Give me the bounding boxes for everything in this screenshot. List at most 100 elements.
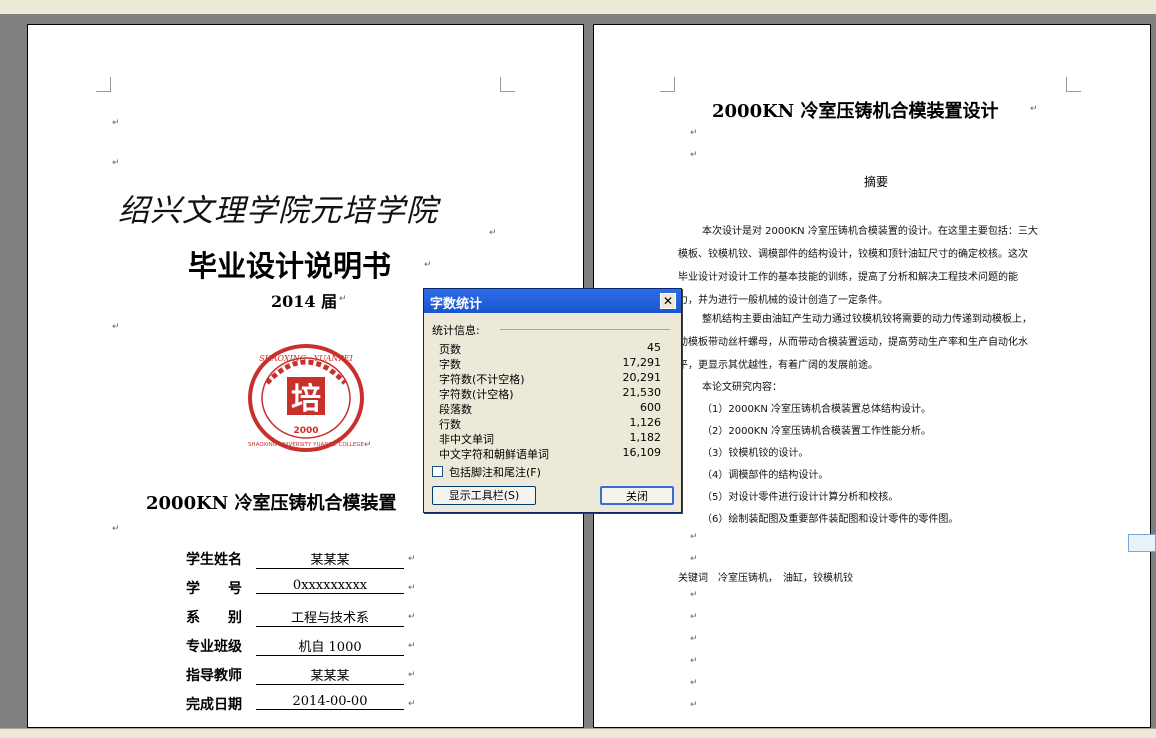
graduation-year: 2014 届 bbox=[271, 292, 338, 311]
stat-row-chinese-korean: 中文字符和朝鲜语单词 16,109 bbox=[439, 446, 661, 461]
keywords-line: 关键词 冷室压铸机， 油缸，铰模机铰 bbox=[678, 573, 853, 584]
stat-label: 非中文单词 bbox=[439, 433, 494, 446]
top-toolbar-edge bbox=[0, 0, 1156, 14]
word-count-dialog[interactable]: 字数统计 ✕ 统计信息: 页数 45 字数 17,291 字符数(不计空格) 2… bbox=[423, 288, 682, 513]
abstract-line: （4）调模部件的结构设计。 bbox=[702, 470, 829, 481]
close-icon[interactable]: ✕ bbox=[660, 293, 676, 309]
abstract-line: （2）2000KN 冷室压铸机合模装置工作性能分析。 bbox=[702, 426, 932, 437]
info-value: 0xxxxxxxxx bbox=[256, 578, 404, 594]
abstract-line: 动模板带动丝杆螺母，从而带动合模装置运动，提高劳动生产率和生产自动化水 bbox=[678, 337, 1028, 348]
paragraph-mark: ↵ bbox=[112, 118, 120, 128]
info-row-student-name: 学生姓名 某某某 ↵ bbox=[186, 549, 446, 569]
paragraph-mark: ↵ bbox=[1030, 104, 1038, 114]
info-value: 工程与技术系 bbox=[256, 607, 404, 627]
stat-row-non-chinese-words: 非中文单词 1,182 bbox=[439, 431, 661, 446]
stat-row-lines: 行数 1,126 bbox=[439, 416, 661, 431]
stat-row-pages: 页数 45 bbox=[439, 341, 661, 356]
close-button[interactable]: 关闭 bbox=[600, 486, 674, 505]
info-label: 指导教师 bbox=[186, 668, 242, 684]
group-divider bbox=[500, 329, 670, 330]
abstract-line: 本次设计是对 2000KN 冷室压铸机合模装置的设计。在这里主要包括：三大 bbox=[702, 226, 1038, 237]
abstract-line: （5）对设计零件进行设计计算分析和校核。 bbox=[702, 492, 899, 503]
crop-mark bbox=[500, 77, 515, 92]
paragraph-mark: ↵ bbox=[690, 150, 698, 160]
checkbox-label[interactable]: 包括脚注和尾注(F) bbox=[449, 464, 541, 480]
stat-label: 字数 bbox=[439, 358, 461, 371]
info-label: 学生姓名 bbox=[186, 552, 242, 568]
stat-value: 16,109 bbox=[622, 446, 662, 459]
info-row-completion-date: 完成日期 2014-00-00 ↵ bbox=[186, 694, 446, 714]
paragraph-mark: ↵ bbox=[112, 322, 120, 332]
svg-text:培: 培 bbox=[291, 382, 321, 417]
include-footnotes-checkbox[interactable]: 包括脚注和尾注(F) bbox=[432, 464, 672, 479]
info-row-department: 系 别 工程与技术系 ↵ bbox=[186, 607, 446, 627]
paragraph-mark: ↵ bbox=[408, 699, 416, 709]
crop-mark bbox=[96, 77, 111, 92]
paragraph-mark: ↵ bbox=[424, 260, 432, 270]
abstract-line: 平，更显示其优越性，有着广阔的发展前途。 bbox=[678, 360, 878, 371]
info-label: 系 别 bbox=[186, 610, 242, 626]
paragraph-mark: ↵ bbox=[112, 524, 120, 534]
info-label: 学 号 bbox=[186, 581, 242, 597]
abstract-heading: 摘要 bbox=[864, 175, 889, 189]
stat-row-words: 字数 17,291 bbox=[439, 356, 661, 371]
paragraph-mark: ↵ bbox=[690, 128, 698, 138]
stat-value: 21,530 bbox=[622, 386, 662, 399]
stat-label: 字符数(计空格) bbox=[439, 388, 514, 401]
paragraph-mark: ↵ bbox=[690, 656, 698, 666]
paragraph-mark: ↵ bbox=[489, 228, 497, 238]
paragraph-mark: ↵ bbox=[690, 700, 698, 710]
stat-value: 45 bbox=[647, 341, 661, 354]
stat-row-chars-no-spaces: 字符数(不计空格) 20,291 bbox=[439, 371, 661, 386]
paragraph-mark: ↵ bbox=[690, 678, 698, 688]
seal-caption: SHAOXING UNIVERSITY YUANPEI COLLEGE bbox=[248, 442, 365, 448]
stat-label: 中文字符和朝鲜语单词 bbox=[439, 448, 549, 461]
paragraph-mark: ↵ bbox=[364, 440, 372, 450]
stat-value: 600 bbox=[640, 401, 661, 414]
paragraph-mark: ↵ bbox=[690, 532, 698, 542]
abstract-line: 力，并为进行一般机械的设计创造了一定条件。 bbox=[678, 295, 888, 306]
show-toolbar-button[interactable]: 显示工具栏(S) bbox=[432, 486, 536, 505]
info-row-class: 专业班级 机自 1000 ↵ bbox=[186, 636, 446, 656]
info-value: 机自 1000 bbox=[256, 636, 404, 656]
stat-value: 1,182 bbox=[629, 431, 662, 444]
stat-value: 17,291 bbox=[622, 356, 662, 369]
crop-mark bbox=[1066, 77, 1081, 92]
stat-row-chars-with-spaces: 字符数(计空格) 21,530 bbox=[439, 386, 661, 401]
stat-label: 行数 bbox=[439, 418, 461, 431]
thesis-title: 2000KN 冷室压铸机合模装置设计 bbox=[712, 101, 999, 122]
paragraph-mark: ↵ bbox=[339, 294, 347, 304]
seal-year: 2000 bbox=[293, 426, 318, 436]
stat-row-paragraphs: 段落数 600 bbox=[439, 401, 661, 416]
paragraph-mark: ↵ bbox=[408, 641, 416, 651]
crop-mark bbox=[660, 77, 675, 92]
paragraph-mark: ↵ bbox=[690, 612, 698, 622]
stat-value: 20,291 bbox=[622, 371, 662, 384]
abstract-line: （3）铰模机铰的设计。 bbox=[702, 448, 809, 459]
info-value: 某某某 bbox=[256, 665, 404, 685]
paragraph-mark: ↵ bbox=[690, 634, 698, 644]
abstract-line: 整机结构主要由油缸产生动力通过铰模机铰将需要的动力传递到动模板上， bbox=[702, 314, 1032, 325]
paragraph-mark: ↵ bbox=[112, 158, 120, 168]
paragraph-mark: ↵ bbox=[408, 612, 416, 622]
paragraph-mark: ↵ bbox=[690, 554, 698, 564]
ime-toolbar-icon[interactable] bbox=[1128, 534, 1156, 552]
info-row-advisor: 指导教师 某某某 ↵ bbox=[186, 665, 446, 685]
paragraph-mark: ↵ bbox=[408, 670, 416, 680]
college-seal-logo: SHAOXING · YUANPEI 培 2000 SHAOXING UNIVE… bbox=[248, 344, 365, 452]
stat-value: 1,126 bbox=[629, 416, 662, 429]
abstract-line: （1）2000KN 冷室压铸机合模装置总体结构设计。 bbox=[702, 404, 932, 415]
stat-label: 页数 bbox=[439, 343, 461, 356]
paragraph-mark: ↵ bbox=[690, 590, 698, 600]
info-value: 2014-00-00 bbox=[256, 694, 404, 710]
stat-label: 字符数(不计空格) bbox=[439, 373, 525, 386]
svg-text:SHAOXING · YUANPEI: SHAOXING · YUANPEI bbox=[259, 354, 353, 363]
info-row-student-id: 学 号 0xxxxxxxxx ↵ bbox=[186, 578, 446, 598]
paragraph-mark: ↵ bbox=[408, 554, 416, 564]
stat-label: 段落数 bbox=[439, 403, 472, 416]
abstract-line: 模板、铰模机铰、调模部件的结构设计，铰模和顶针油缸尺寸的确定校核。这次 bbox=[678, 249, 1028, 260]
checkbox-box[interactable] bbox=[432, 466, 443, 477]
info-label: 专业班级 bbox=[186, 639, 242, 655]
statistics-group-label: 统计信息: bbox=[432, 324, 480, 337]
dialog-title-bar[interactable]: 字数统计 ✕ bbox=[424, 289, 681, 313]
